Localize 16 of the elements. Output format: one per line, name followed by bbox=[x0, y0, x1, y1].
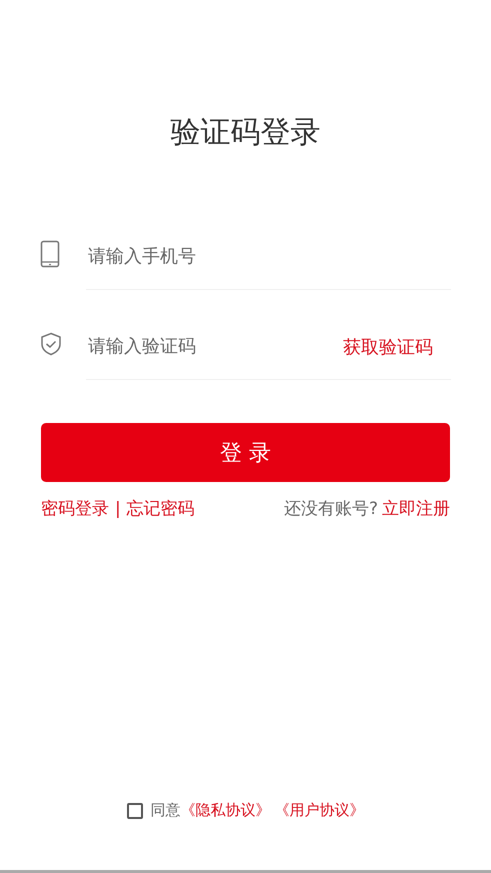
agree-text: 同意 bbox=[150, 801, 180, 820]
page-title: 验证码登录 bbox=[170, 114, 322, 152]
forgot-password-link[interactable]: 忘记密码 bbox=[126, 497, 195, 520]
agree-checkbox[interactable] bbox=[126, 802, 142, 818]
phone-icon bbox=[40, 240, 60, 268]
no-account-text: 还没有账号? bbox=[284, 498, 378, 520]
privacy-policy-link[interactable]: 《隐私协议》 bbox=[180, 801, 270, 820]
code-input-field[interactable]: 请输入验证码 bbox=[86, 336, 343, 357]
phone-input-field[interactable]: 请输入手机号 bbox=[86, 246, 451, 267]
register-link[interactable]: 立即注册 bbox=[382, 497, 450, 520]
shield-check-icon bbox=[40, 332, 62, 356]
password-login-link[interactable]: 密码登录 bbox=[41, 497, 109, 520]
user-agreement-link[interactable]: 《用户协议》 bbox=[274, 801, 364, 820]
get-code-button[interactable]: 获取验证码 bbox=[343, 334, 451, 358]
separator: | bbox=[115, 498, 121, 518]
login-button[interactable]: 登 录 bbox=[41, 423, 450, 482]
